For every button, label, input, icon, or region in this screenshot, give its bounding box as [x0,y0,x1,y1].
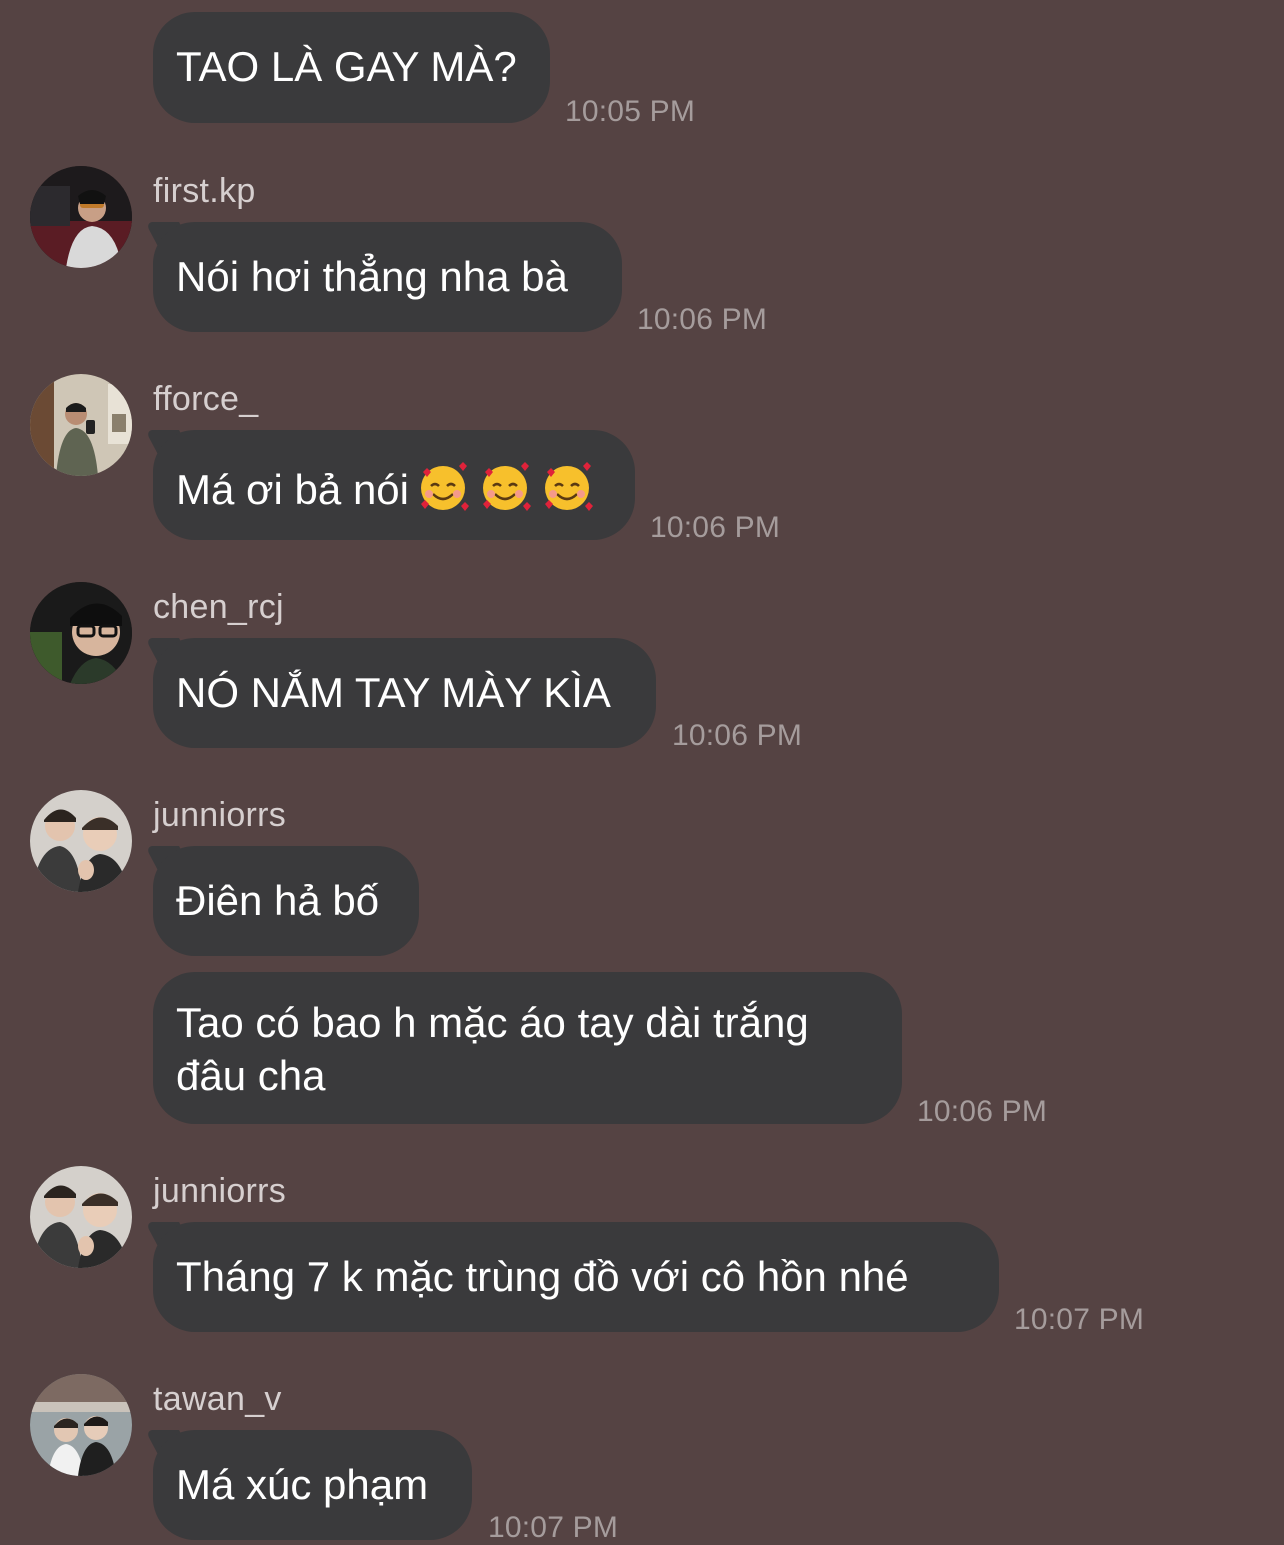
smiling-face-with-hearts-icon [539,458,595,514]
message-bubble[interactable]: Tháng 7 k mặc trùng đồ với cô hồn nhé [153,1222,999,1332]
message-text: NÓ NẮM TAY MÀY KÌA [176,669,611,716]
avatar-fforce-image [30,374,132,476]
message-time: 10:05 PM [565,95,696,128]
avatar[interactable] [30,1374,132,1476]
avatar-chen-rcj-image [30,582,132,684]
message-bubble[interactable]: TAO LÀ GAY MÀ? [153,12,550,123]
avatar-tawan-v-image [30,1374,132,1476]
chat-thread: TAO LÀ GAY MÀ? 10:05 PM first.kp Nói hơi… [0,0,1284,1545]
sender-name: fforce_ [153,380,259,418]
message-text: Má xúc phạm [176,1461,429,1508]
message-time: 10:07 PM [1014,1303,1145,1336]
message-bubble[interactable]: Tao có bao h mặc áo tay dài trắng đâu ch… [153,972,902,1124]
avatar[interactable] [30,166,132,268]
avatar[interactable] [30,790,132,892]
avatar[interactable] [30,1166,132,1268]
message-bubble[interactable]: Điên hả bố [153,846,419,956]
message-time: 10:06 PM [637,303,768,336]
smiling-face-with-hearts-icon [477,458,533,514]
message-bubble[interactable]: Má ơi bả nói [153,430,635,540]
message-text: Má ơi bả nói [176,466,409,513]
sender-name: tawan_v [153,1380,282,1418]
message-text: Tao có bao h mặc áo tay dài trắng đâu ch… [176,999,809,1099]
message-text: TAO LÀ GAY MÀ? [176,43,517,90]
sender-name: junniorrs [153,1172,287,1210]
avatar[interactable] [30,374,132,476]
avatar-first-kp-image [30,166,132,268]
message-text: Điên hả bố [176,877,380,924]
message-bubble[interactable]: NÓ NẮM TAY MÀY KÌA [153,638,656,748]
message-text: Nói hơi thẳng nha bà [176,253,568,300]
message-bubble[interactable]: Má xúc phạm [153,1430,472,1540]
message-text: Tháng 7 k mặc trùng đồ với cô hồn nhé [176,1253,909,1300]
avatar-junniorrs-image [30,790,132,892]
sender-name: chen_rcj [153,588,284,626]
message-time: 10:06 PM [917,1095,1048,1128]
avatar[interactable] [30,582,132,684]
sender-name: first.kp [153,172,256,210]
message-time: 10:07 PM [488,1511,619,1544]
smiling-face-with-hearts-icon [415,458,471,514]
avatar-junniorrs-image [30,1166,132,1268]
message-bubble[interactable]: Nói hơi thẳng nha bà [153,222,622,332]
sender-name: junniorrs [153,796,287,834]
message-time: 10:06 PM [650,511,781,544]
message-time: 10:06 PM [672,719,803,752]
